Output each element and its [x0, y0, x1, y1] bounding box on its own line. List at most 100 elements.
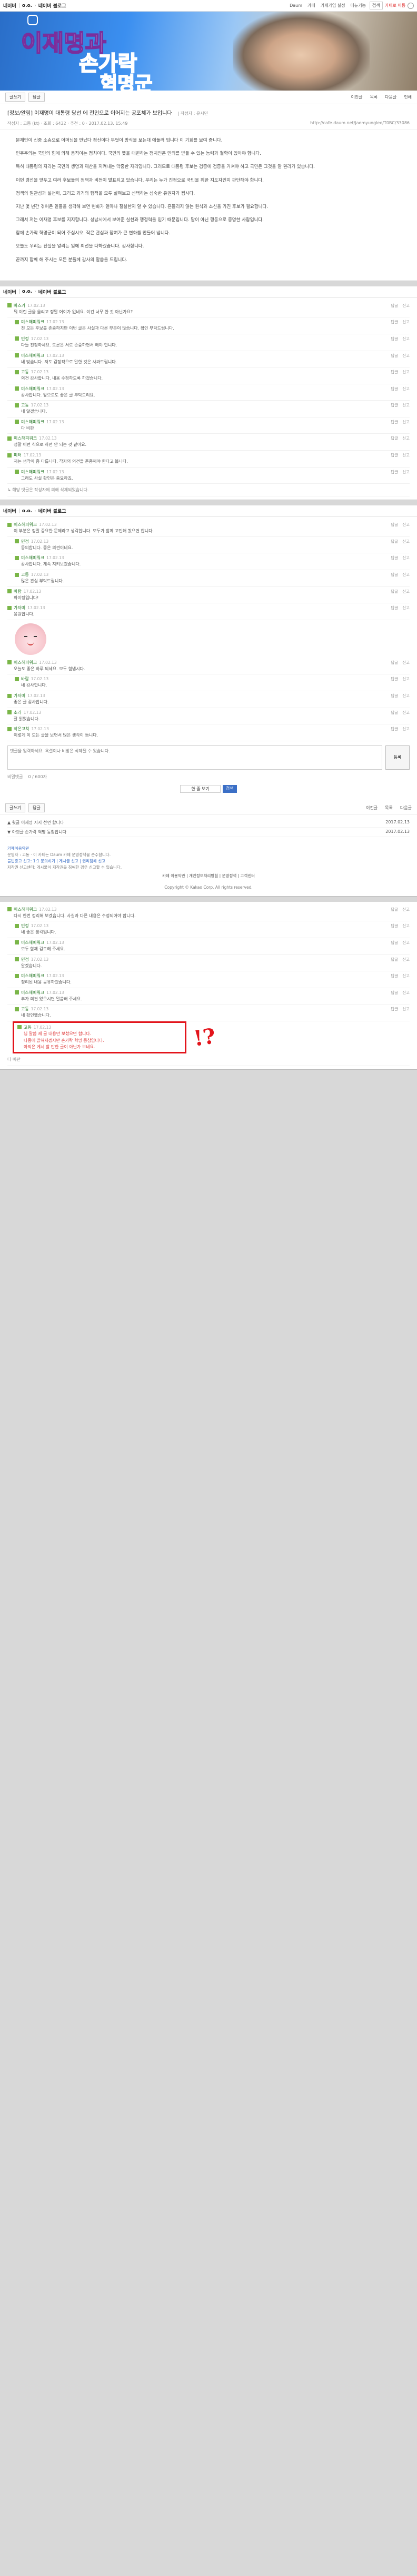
- comment-author[interactable]: 소라: [14, 710, 22, 715]
- report-link[interactable]: 신고: [402, 726, 410, 732]
- comment-author[interactable]: 미스해피워크: [21, 319, 44, 325]
- logout-link[interactable]: 카페로 이동: [385, 3, 405, 8]
- comment-author[interactable]: 미스해피워크: [14, 435, 37, 441]
- next-post-link[interactable]: 다음글: [385, 94, 396, 100]
- report-link[interactable]: 신고: [402, 353, 410, 359]
- reply-link[interactable]: 답글: [391, 539, 398, 544]
- report-link[interactable]: 신고: [402, 402, 410, 408]
- secret-comment-checkbox[interactable]: 비밀댓글: [7, 774, 23, 780]
- comment-author[interactable]: 고동: [24, 1025, 32, 1030]
- adjacent-post-title[interactable]: ▼ 아랫글 손가락 혁명 동참합니다: [7, 829, 66, 835]
- report-link[interactable]: 신고: [402, 336, 410, 342]
- comment-author[interactable]: 민정: [21, 539, 29, 544]
- report-link[interactable]: 신고: [402, 319, 410, 325]
- reply-link[interactable]: 답글: [391, 693, 398, 699]
- search-button[interactable]: 검색: [369, 2, 383, 9]
- reply-link[interactable]: 답글: [391, 923, 398, 929]
- print-link[interactable]: 인쇄: [404, 94, 412, 100]
- reply-link[interactable]: 답글: [391, 726, 398, 732]
- board-name[interactable]: 네이버 블로그: [38, 2, 66, 9]
- report-link[interactable]: 신고: [402, 990, 410, 996]
- comment-author[interactable]: 미스해피워크: [21, 419, 44, 425]
- reply-link[interactable]: 답글: [391, 469, 398, 475]
- reply-link[interactable]: 답글: [391, 319, 398, 325]
- view-select[interactable]: 한 줄 보기: [180, 784, 221, 793]
- reply-link[interactable]: 답글: [391, 353, 398, 359]
- nav-settings[interactable]: 카페가입 설정: [319, 3, 347, 8]
- adjacent-post-row[interactable]: ▼ 아랫글 손가락 혁명 동참합니다 2017.02.13: [7, 828, 410, 837]
- comment-author[interactable]: 민정: [21, 336, 29, 342]
- comment-author[interactable]: 민정: [21, 923, 29, 929]
- terms-link[interactable]: 카페이용약관: [7, 846, 410, 852]
- report-link[interactable]: 신고: [402, 435, 410, 441]
- report-link[interactable]: 신고: [402, 522, 410, 528]
- comment-author[interactable]: 바람: [21, 676, 29, 682]
- comment-author[interactable]: 민정: [21, 957, 29, 962]
- comment-author[interactable]: 미스해피워크: [21, 386, 44, 392]
- comment-author[interactable]: 고동: [21, 572, 29, 578]
- comment-author[interactable]: 미스해피워크: [14, 907, 37, 912]
- comment-author[interactable]: 가자미: [14, 693, 25, 699]
- board-name[interactable]: 네이버 블로그: [38, 508, 66, 514]
- reply-link[interactable]: 답글: [391, 1006, 398, 1012]
- reply-link[interactable]: 답글: [391, 369, 398, 375]
- write-button[interactable]: 글쓰기: [5, 93, 26, 102]
- reply-button[interactable]: 답글: [28, 803, 45, 812]
- comment-author[interactable]: 피터: [14, 452, 22, 458]
- reply-link[interactable]: 답글: [391, 572, 398, 578]
- reply-link[interactable]: 답글: [391, 589, 398, 594]
- list-link[interactable]: 목록: [385, 805, 393, 811]
- comment-author[interactable]: 미스해피워크: [14, 660, 37, 665]
- report-link[interactable]: 신고: [402, 589, 410, 594]
- comment-author[interactable]: 바람: [14, 589, 22, 594]
- report-link[interactable]: 신고: [402, 572, 410, 578]
- reply-link[interactable]: 답글: [391, 973, 398, 979]
- report-link[interactable]: 신고: [402, 940, 410, 946]
- reply-link[interactable]: 답글: [391, 940, 398, 946]
- report-link[interactable]: 신고: [402, 660, 410, 665]
- report-link[interactable]: 신고: [402, 710, 410, 715]
- reply-link[interactable]: 답글: [391, 907, 398, 912]
- reply-link[interactable]: 답글: [391, 402, 398, 408]
- board-name[interactable]: 네이버 블로그: [38, 289, 66, 295]
- reply-link[interactable]: 답글: [391, 660, 398, 665]
- reply-link[interactable]: 답글: [391, 303, 398, 309]
- report-link[interactable]: 신고: [402, 676, 410, 682]
- post-url[interactable]: http://cafe.daum.net/jaemyungleo/T0BC/33…: [310, 121, 410, 126]
- report-link[interactable]: 신고: [402, 469, 410, 475]
- report-link[interactable]: 신고: [402, 1006, 410, 1012]
- comment-author[interactable]: 미스해피워크: [21, 353, 44, 359]
- comment-author[interactable]: 미스해피워크: [21, 555, 44, 561]
- report-links[interactable]: 불법광고 신고: 1:1 문의하기 | 게시물 신고 | 권리침해 신고: [7, 858, 410, 864]
- comment-author[interactable]: 고동: [21, 369, 29, 375]
- reply-link[interactable]: 답글: [391, 419, 398, 425]
- comment-author[interactable]: 가자미: [14, 605, 25, 611]
- report-link[interactable]: 신고: [402, 539, 410, 544]
- report-link[interactable]: 신고: [402, 303, 410, 309]
- footer-links[interactable]: 카페 이용약관 | 개인정보처리방침 | 운영정책 | 고객센터: [7, 873, 410, 879]
- go-button[interactable]: 검색: [222, 784, 237, 793]
- comment-author[interactable]: 미스해피워크: [21, 469, 44, 475]
- next-post-link[interactable]: 다음글: [400, 805, 412, 811]
- report-link[interactable]: 신고: [402, 907, 410, 912]
- reply-link[interactable]: 답글: [391, 957, 398, 962]
- reply-link[interactable]: 답글: [391, 386, 398, 392]
- reply-link[interactable]: 답글: [391, 435, 398, 441]
- report-link[interactable]: 신고: [402, 923, 410, 929]
- comment-author[interactable]: 미스해피워크: [21, 973, 44, 979]
- adjacent-post-title[interactable]: ▲ 윗글 이재명 지지 선언 합니다: [7, 820, 64, 825]
- report-link[interactable]: 신고: [402, 386, 410, 392]
- prev-post-link[interactable]: 이전글: [366, 805, 378, 811]
- reply-link[interactable]: 답글: [391, 452, 398, 458]
- report-link[interactable]: 신고: [402, 693, 410, 699]
- comment-author[interactable]: 미스해피워크: [14, 522, 37, 528]
- comment-author[interactable]: 작은고치: [14, 726, 29, 732]
- nav-menu[interactable]: 메뉴기능: [349, 3, 367, 8]
- brand-label[interactable]: 네이버: [3, 289, 16, 295]
- report-link[interactable]: 신고: [402, 369, 410, 375]
- comment-author[interactable]: 바스카: [14, 303, 25, 309]
- cafe-name[interactable]: o.o.: [22, 289, 32, 294]
- reply-link[interactable]: 답글: [391, 336, 398, 342]
- adjacent-post-row[interactable]: ▲ 윗글 이재명 지지 선언 합니다 2017.02.13: [7, 818, 410, 828]
- report-link[interactable]: 신고: [402, 555, 410, 561]
